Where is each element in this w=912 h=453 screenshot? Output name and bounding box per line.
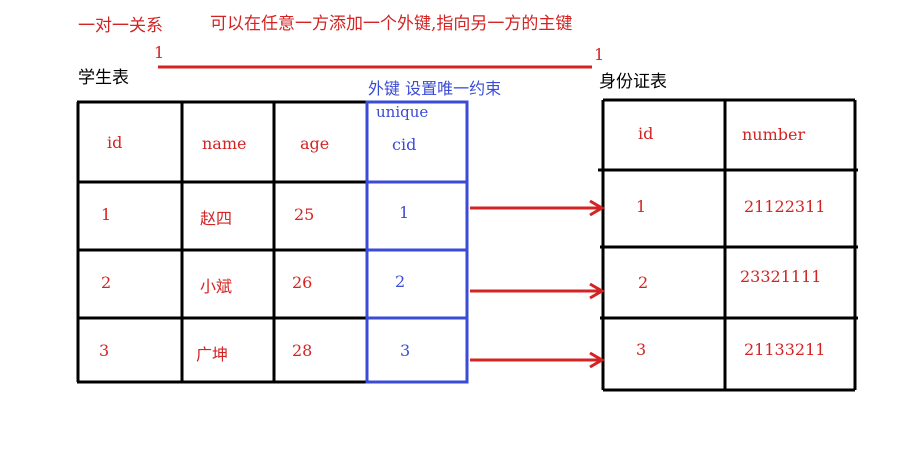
idcard-header-id: id: [638, 124, 654, 143]
fk-cell: 1: [399, 203, 410, 222]
fk-cell: 3: [400, 341, 411, 360]
idcard-cell: 21122311: [744, 197, 826, 216]
idcard-cell: 21133211: [744, 340, 826, 359]
diagram-lines: [76, 65, 858, 392]
arrow-row-2: [470, 282, 605, 300]
fk-cell: 2: [395, 272, 406, 291]
student-cell: 3: [99, 341, 110, 360]
fk-header-cid: cid: [392, 135, 417, 154]
cardinality-right: 1: [594, 45, 605, 64]
student-cell: 28: [292, 341, 313, 360]
student-cell: 小斌: [200, 277, 233, 296]
unique-constraint: unique: [376, 103, 429, 121]
idcard-cell: 1: [636, 197, 647, 216]
student-cell: 赵四: [200, 209, 233, 228]
relation-title: 一对一关系: [78, 16, 163, 36]
student-cell: 1: [101, 205, 112, 224]
student-header-name: name: [202, 134, 247, 153]
arrow-row-3: [470, 351, 605, 369]
idcard-table-label: 身份证表: [599, 72, 667, 92]
student-header-id: id: [107, 133, 123, 152]
idcard-header-number: number: [742, 125, 806, 144]
idcard-cell: 23321111: [740, 267, 822, 286]
cardinality-left: 1: [154, 43, 165, 62]
idcard-cell: 3: [636, 340, 647, 359]
relation-note: 可以在任意一方添加一个外键,指向另一方的主键: [210, 14, 573, 34]
student-header-age: age: [300, 134, 330, 153]
student-table-label: 学生表: [78, 68, 129, 88]
fk-arrows: [470, 199, 605, 369]
student-cell: 26: [292, 273, 313, 292]
idcard-cell: 2: [638, 273, 649, 292]
foreign-key-label: 外键 设置唯一约束: [368, 79, 502, 98]
student-cell: 广坤: [196, 345, 229, 364]
student-cell: 2: [101, 273, 112, 292]
foreign-key-column-grid: [365, 100, 469, 384]
student-cell: 25: [294, 205, 315, 224]
arrow-row-1: [470, 199, 605, 217]
